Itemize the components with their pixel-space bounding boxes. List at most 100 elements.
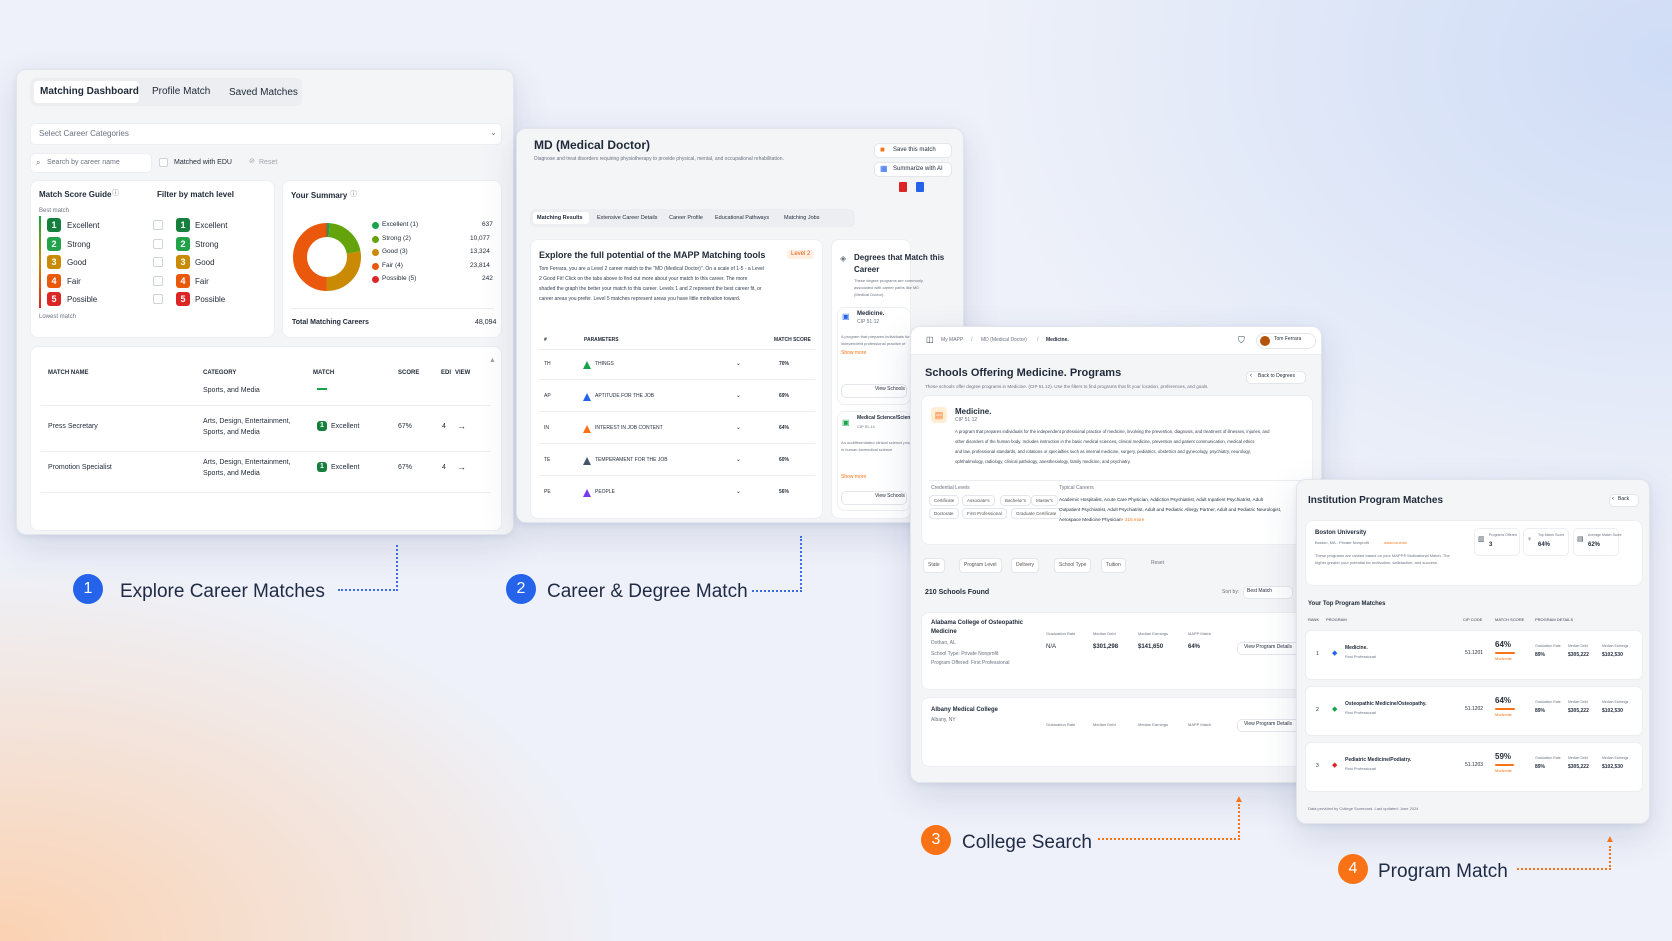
match-level-label: Excellent	[331, 423, 360, 430]
filter-level-label[interactable]: Fair	[195, 277, 209, 286]
param-divider	[539, 475, 815, 476]
chevron-down-icon[interactable]: ⌄	[736, 489, 741, 496]
show-more-link[interactable]: Show more	[841, 474, 866, 481]
top-matches-title: Your Top Program Matches	[1308, 601, 1386, 607]
match-name[interactable]: Promotion Specialist	[48, 464, 112, 472]
credential-chip: Graduate Certificate	[1011, 508, 1062, 519]
step-number-badge: 4	[1338, 854, 1368, 884]
program-icon: ▤	[931, 407, 947, 423]
level-checkbox[interactable]	[153, 220, 163, 230]
legend-label: Strong (2)	[382, 234, 411, 242]
cart-icon[interactable]: ⛉	[1238, 335, 1245, 345]
level-checkbox[interactable]	[153, 294, 163, 304]
level-checkbox[interactable]	[153, 238, 163, 249]
level-checkbox[interactable]	[153, 257, 163, 267]
scroll-up-icon[interactable]: ▲	[489, 357, 496, 365]
explore-text-line: Tom Ferrara, you are a Level 2 career ma…	[539, 266, 765, 272]
match-level-badge: 1	[317, 462, 327, 472]
param-score: 64%	[779, 425, 790, 431]
sidebar-toggle-icon[interactable]: ◫	[926, 335, 934, 344]
view-arrow-icon[interactable]: →	[457, 421, 466, 431]
level-badge: 2	[176, 236, 190, 251]
program-debt: $305,222	[1568, 652, 1589, 658]
reset-link[interactable]: Reset	[1151, 560, 1164, 567]
filter-dropdown[interactable]: School Type	[1054, 558, 1092, 573]
careers-more-link[interactable]: + 215 more	[1121, 517, 1144, 522]
program-debt: $305,222	[1568, 708, 1589, 714]
panel-college-search: ◫ My MAPP / MD (Medical Doctor) / Medici…	[910, 326, 1322, 783]
level-badge: 1	[47, 218, 61, 232]
detail-tab[interactable]: Matching Jobs	[784, 215, 819, 221]
show-more-link[interactable]: Show more	[841, 350, 866, 357]
program-rank: 3	[1316, 763, 1319, 769]
filter-title: Filter by match level	[157, 190, 234, 199]
reset-link[interactable]: Reset	[259, 159, 277, 167]
param-name: TEMPERAMENT FOR THE JOB	[595, 457, 668, 463]
pdf-icon[interactable]	[899, 182, 907, 192]
filter-dropdown[interactable]: State	[923, 558, 945, 573]
filter-dropdown[interactable]: Program Level	[959, 558, 1002, 573]
program-matches-title: Institution Program Matches	[1308, 495, 1444, 506]
tab-profile-match[interactable]: Profile Match	[152, 86, 210, 98]
category-line-1: Arts, Design, Entertainment,	[203, 459, 291, 466]
school2-name: Albany Medical College	[931, 707, 999, 713]
program-grad: 89%	[1535, 708, 1546, 714]
view-program-details-label: View Program Details	[1244, 644, 1292, 650]
chevron-down-icon[interactable]: ⌄	[736, 425, 741, 432]
param-name: INTEREST IN JOB CONTENT	[595, 425, 663, 431]
stat-icon: ▤	[1577, 536, 1584, 543]
category-line-2: Sports, and Media	[203, 470, 260, 477]
tab-saved-matches[interactable]: Saved Matches	[229, 87, 298, 99]
doc-icon[interactable]	[916, 182, 924, 192]
chevron-down-icon[interactable]: ⌄	[736, 457, 741, 464]
program-level: First Professional	[1345, 710, 1376, 715]
program-match-label: Moderate	[1495, 712, 1512, 717]
breadcrumb-md[interactable]: MD (Medical Doctor)	[981, 337, 1027, 344]
level-checkbox[interactable]	[153, 275, 163, 286]
institution-link[interactable]: www.bu.edu/	[1384, 540, 1407, 546]
program-table-header: RANK	[1308, 617, 1320, 622]
filter-dropdown[interactable]: Delivery	[1011, 558, 1040, 573]
legend-dot	[372, 262, 379, 270]
schools-title: Schools Offering Medicine. Programs	[925, 367, 1122, 379]
step-label: Explore Career Matches	[120, 581, 325, 602]
career-line: Academic Hospitalist, Acute Care Physici…	[1059, 497, 1264, 502]
breadcrumb-sep: /	[1037, 337, 1039, 343]
chevron-down-icon: ⌄	[490, 128, 497, 137]
program-earn: $102,530	[1602, 708, 1623, 714]
filter-level-label[interactable]: Excellent	[195, 221, 227, 230]
reset-icon[interactable]: ⊘	[249, 158, 255, 166]
detail-tab[interactable]: Career Profile	[669, 215, 703, 221]
breadcrumb-mymapp[interactable]: My MAPP	[941, 337, 963, 344]
legend-label: Possible (5)	[382, 275, 417, 282]
chevron-down-icon[interactable]: ⌄	[736, 361, 741, 368]
detail-label: Graduation Rate	[1535, 700, 1561, 704]
param-header-num: #	[544, 337, 547, 343]
arrow-up-icon: ▲	[1234, 794, 1244, 805]
detail-tab[interactable]: Educational Pathways	[715, 215, 769, 221]
institution-desc-1: These programs are ranked based on your …	[1315, 553, 1450, 558]
chevron-down-icon[interactable]: ⌄	[736, 393, 741, 400]
step-label: College Search	[962, 832, 1092, 853]
program-grad: 89%	[1535, 652, 1546, 658]
filter-level-label[interactable]: Possible	[195, 295, 225, 304]
detail-tab[interactable]: Extensive Career Details	[597, 215, 658, 221]
match-name[interactable]: Press Secretary	[48, 423, 98, 431]
filter-level-label[interactable]: Strong	[195, 240, 219, 249]
edu-checkbox[interactable]	[159, 158, 168, 167]
filter-level-label[interactable]: Good	[195, 258, 215, 267]
detail-label: Median Earnings	[1602, 756, 1629, 760]
summary-donut-chart	[293, 223, 361, 291]
connector-2	[752, 536, 802, 592]
institution-location: Boston, MA - Private Nonprofit	[1315, 540, 1369, 545]
program-name: Medicine.	[955, 407, 992, 416]
detail-label: Graduation Rate	[1535, 644, 1561, 648]
degree-book-icon: ▣	[842, 312, 850, 321]
summarize-ai-label: Summarize with AI	[893, 166, 943, 172]
filter-dropdown[interactable]: Tuition	[1101, 558, 1126, 573]
credential-chip: Master's	[1031, 495, 1058, 506]
view-arrow-icon[interactable]: →	[457, 462, 466, 472]
program-name: Medicine.	[1345, 645, 1368, 651]
detail-tab[interactable]: Matching Results	[537, 215, 583, 221]
degree-book-icon: ▣	[842, 418, 850, 427]
